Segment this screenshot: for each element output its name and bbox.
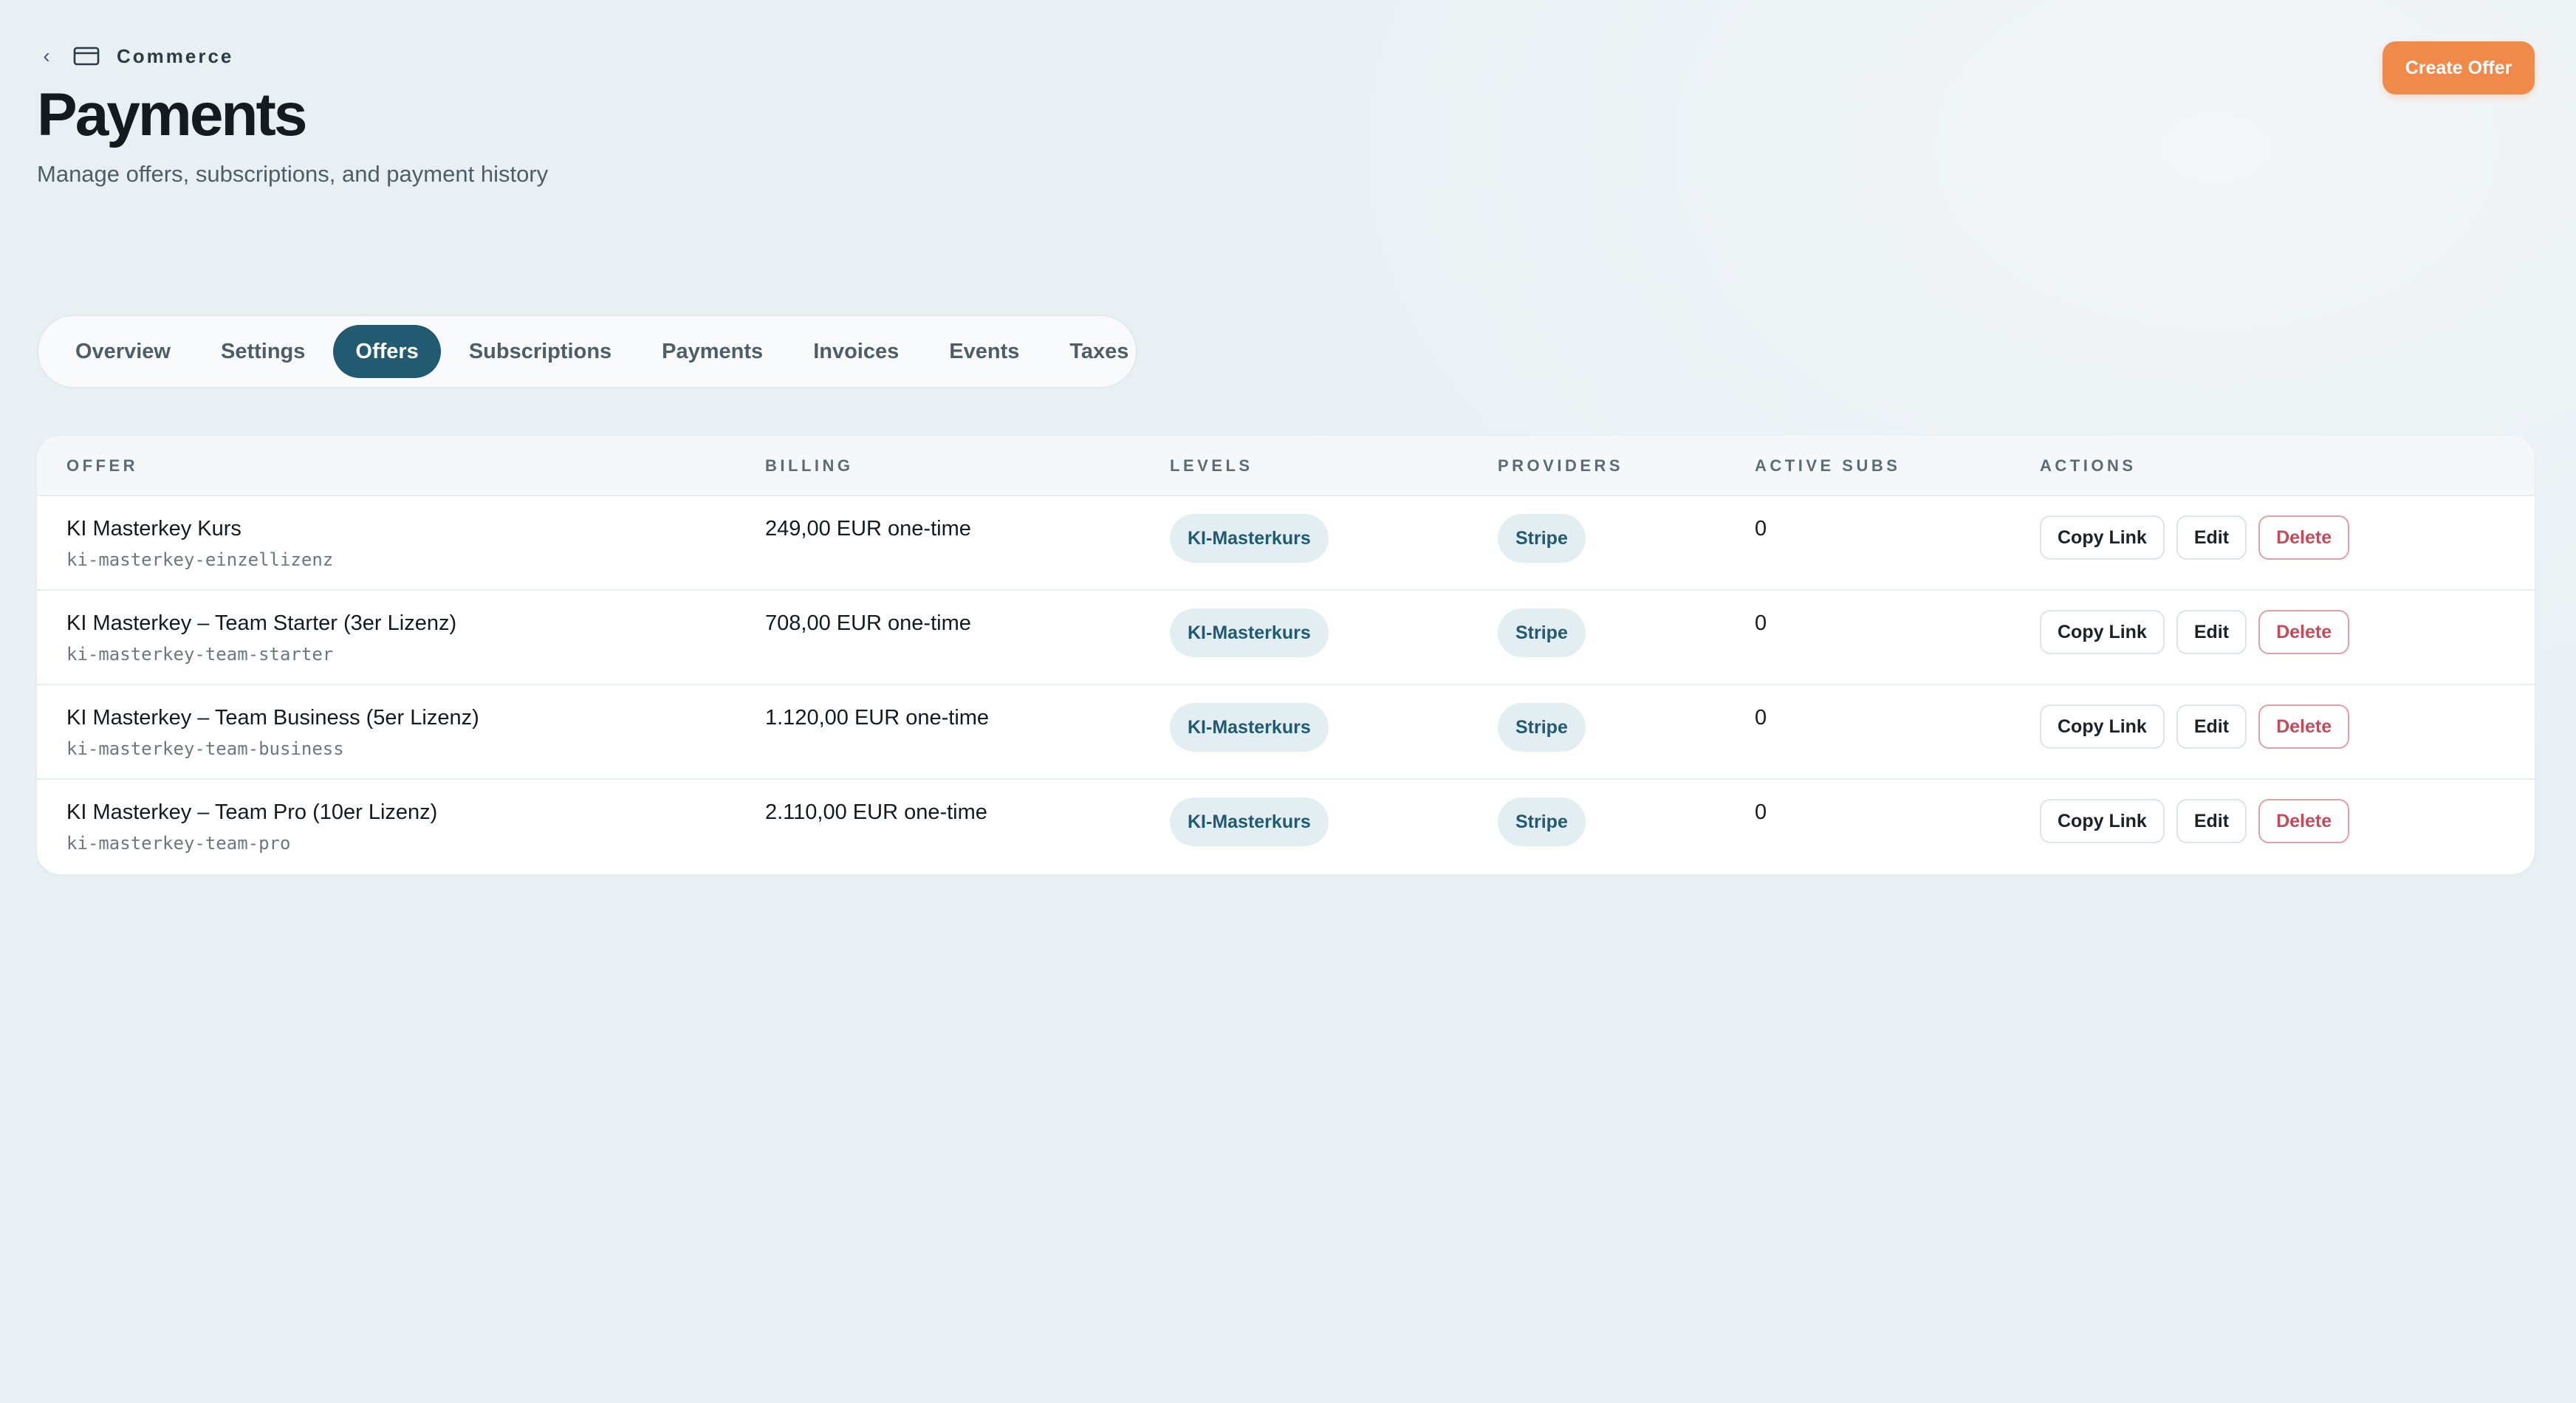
offers-table: OFFER BILLING LEVELS PROVIDERS ACTIVE SU… xyxy=(37,436,2535,874)
tab-overview[interactable]: Overview xyxy=(53,325,193,378)
offer-slug: ki-masterkey-team-business xyxy=(66,738,344,759)
column-header-billing: BILLING xyxy=(765,456,854,475)
page-header: ‹ Commerce Payments Manage offers, subsc… xyxy=(37,44,548,188)
copy-link-button[interactable]: Copy Link xyxy=(2040,799,2165,843)
tab-payments[interactable]: Payments xyxy=(640,325,785,378)
active-subs-count: 0 xyxy=(1755,800,1767,824)
offer-name: KI Masterkey Kurs xyxy=(66,517,242,541)
tab-events[interactable]: Events xyxy=(927,325,1041,378)
provider-badge: Stripe xyxy=(1498,703,1586,752)
row-actions: Copy Link Edit Delete xyxy=(2040,704,2350,749)
page-title: Payments xyxy=(37,81,307,148)
edit-button[interactable]: Edit xyxy=(2176,704,2247,749)
page-subtitle: Manage offers, subscriptions, and paymen… xyxy=(37,161,549,187)
edit-button[interactable]: Edit xyxy=(2176,610,2247,654)
provider-badge: Stripe xyxy=(1498,514,1586,563)
create-offer-button[interactable]: Create Offer xyxy=(2383,41,2535,95)
offer-billing: 1.120,00 EUR one-time xyxy=(765,706,990,730)
delete-button[interactable]: Delete xyxy=(2258,610,2350,654)
tab-bar: Overview Settings Offers Subscriptions P… xyxy=(37,315,1137,388)
breadcrumb: ‹ Commerce xyxy=(37,44,548,68)
column-header-offer: OFFER xyxy=(66,456,139,475)
table-row: KI Masterkey Kurs ki-masterkey-einzelliz… xyxy=(37,496,2535,591)
active-subs-count: 0 xyxy=(1755,706,1767,730)
tab-offers[interactable]: Offers xyxy=(333,325,441,378)
active-subs-count: 0 xyxy=(1755,517,1767,541)
column-header-active-subs: ACTIVE SUBS xyxy=(1755,456,1901,475)
tab-subscriptions[interactable]: Subscriptions xyxy=(447,325,634,378)
column-header-providers: PROVIDERS xyxy=(1498,456,1624,475)
copy-link-button[interactable]: Copy Link xyxy=(2040,704,2165,749)
level-badge: KI-Masterkurs xyxy=(1170,797,1329,846)
offer-name: KI Masterkey – Team Starter (3er Lizenz) xyxy=(66,611,457,635)
tab-settings[interactable]: Settings xyxy=(199,325,327,378)
tab-invoices[interactable]: Invoices xyxy=(791,325,921,378)
level-badge: KI-Masterkurs xyxy=(1170,608,1329,657)
offer-name: KI Masterkey – Team Business (5er Lizenz… xyxy=(66,706,479,730)
copy-link-button[interactable]: Copy Link xyxy=(2040,515,2165,560)
provider-badge: Stripe xyxy=(1498,797,1586,846)
breadcrumb-label[interactable]: Commerce xyxy=(117,45,233,68)
column-header-actions: ACTIONS xyxy=(2040,456,2137,475)
table-row: KI Masterkey – Team Business (5er Lizenz… xyxy=(37,685,2535,780)
delete-button[interactable]: Delete xyxy=(2258,799,2350,843)
offer-billing: 708,00 EUR one-time xyxy=(765,611,971,635)
column-header-levels: LEVELS xyxy=(1170,456,1253,475)
row-actions: Copy Link Edit Delete xyxy=(2040,515,2350,560)
level-badge: KI-Masterkurs xyxy=(1170,703,1329,752)
active-subs-count: 0 xyxy=(1755,611,1767,635)
offer-slug: ki-masterkey-einzellizenz xyxy=(66,549,334,570)
table-row: KI Masterkey – Team Pro (10er Lizenz) ki… xyxy=(37,780,2535,874)
table-row: KI Masterkey – Team Starter (3er Lizenz)… xyxy=(37,591,2535,685)
delete-button[interactable]: Delete xyxy=(2258,704,2350,749)
edit-button[interactable]: Edit xyxy=(2176,515,2247,560)
chevron-left-icon[interactable]: ‹ xyxy=(37,44,56,68)
edit-button[interactable]: Edit xyxy=(2176,799,2247,843)
level-badge: KI-Masterkurs xyxy=(1170,514,1329,563)
offer-billing: 249,00 EUR one-time xyxy=(765,517,971,541)
tab-taxes[interactable]: Taxes xyxy=(1047,325,1151,378)
provider-badge: Stripe xyxy=(1498,608,1586,657)
row-actions: Copy Link Edit Delete xyxy=(2040,799,2350,843)
delete-button[interactable]: Delete xyxy=(2258,515,2350,560)
copy-link-button[interactable]: Copy Link xyxy=(2040,610,2165,654)
table-header: OFFER BILLING LEVELS PROVIDERS ACTIVE SU… xyxy=(37,436,2535,496)
offer-billing: 2.110,00 EUR one-time xyxy=(765,800,987,824)
row-actions: Copy Link Edit Delete xyxy=(2040,610,2350,654)
offer-slug: ki-masterkey-team-starter xyxy=(66,644,334,665)
credit-card-icon xyxy=(72,46,100,66)
offer-slug: ki-masterkey-team-pro xyxy=(66,833,291,854)
offer-name: KI Masterkey – Team Pro (10er Lizenz) xyxy=(66,800,438,824)
